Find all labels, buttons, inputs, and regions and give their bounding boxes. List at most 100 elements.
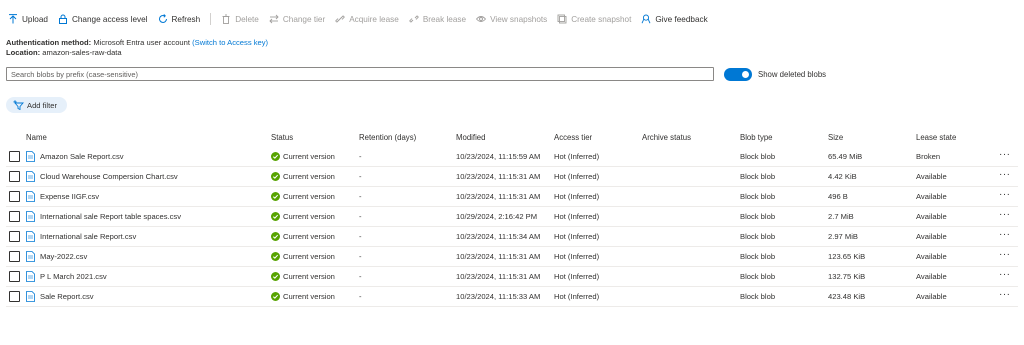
size-cell: 2.7 MiB <box>828 212 854 221</box>
acquire-lease-label: Acquire lease <box>349 14 399 24</box>
more-actions-icon[interactable]: ··· <box>999 189 1011 200</box>
blob-name-link[interactable]: Cloud Warehouse Compersion Chart.csv <box>40 172 178 181</box>
modified-cell: 10/23/2024, 11:15:31 AM <box>456 252 541 261</box>
size-cell: 4.42 KiB <box>828 172 857 181</box>
column-header-size[interactable]: Size <box>828 133 843 142</box>
more-actions-icon[interactable]: ··· <box>999 249 1011 260</box>
search-blobs-input[interactable] <box>6 67 714 81</box>
column-header-lease-state[interactable]: Lease state <box>916 133 956 142</box>
show-deleted-blobs-toggle[interactable] <box>724 68 752 81</box>
more-actions-icon[interactable]: ··· <box>999 289 1011 300</box>
status-cell: Current version <box>283 252 335 261</box>
table-row[interactable]: May-2022.csv Current version - 10/23/202… <box>6 247 1018 267</box>
lease-state-cell: Available <box>916 292 947 301</box>
column-header-access-tier[interactable]: Access tier <box>554 133 592 142</box>
column-header-blob-type[interactable]: Blob type <box>740 133 773 142</box>
row-checkbox[interactable] <box>9 151 20 162</box>
lease-state-cell: Available <box>916 212 947 221</box>
column-header-retention[interactable]: Retention (days) <box>359 133 416 142</box>
view-snapshots-label: View snapshots <box>490 14 548 24</box>
modified-cell: 10/23/2024, 11:15:31 AM <box>456 272 541 281</box>
table-row[interactable]: Sale Report.csv Current version - 10/23/… <box>6 287 1018 307</box>
add-filter-button[interactable]: Add filter <box>6 97 67 113</box>
blob-type-cell: Block blob <box>740 232 776 241</box>
row-checkbox[interactable] <box>9 291 20 302</box>
retention-cell: - <box>359 232 362 241</box>
size-cell: 423.48 KiB <box>828 292 866 301</box>
row-checkbox[interactable] <box>9 191 20 202</box>
column-header-modified[interactable]: Modified <box>456 133 485 142</box>
location: Location: amazon-sales-raw-data <box>6 48 122 57</box>
row-checkbox[interactable] <box>9 271 20 282</box>
refresh-button[interactable]: Refresh <box>158 14 201 24</box>
change-access-level-button[interactable]: Change access level <box>58 14 148 24</box>
more-actions-icon[interactable]: ··· <box>999 169 1011 180</box>
swap-arrows-icon <box>269 14 279 24</box>
blob-name-link[interactable]: Sale Report.csv <box>40 292 94 301</box>
create-snapshot-label: Create snapshot <box>571 14 632 24</box>
toolbar-separator <box>210 13 212 25</box>
blob-name-link[interactable]: International sale Report table spaces.c… <box>40 212 181 221</box>
acquire-lease-button[interactable]: Acquire lease <box>335 14 399 24</box>
filter-add-icon <box>13 100 24 110</box>
table-row[interactable]: P L March 2021.csv Current version - 10/… <box>6 267 1018 287</box>
refresh-label: Refresh <box>171 14 201 24</box>
blob-name-link[interactable]: Expense IIGF.csv <box>40 192 99 201</box>
row-checkbox[interactable] <box>9 211 20 222</box>
status-cell: Current version <box>283 232 335 241</box>
lease-state-cell: Available <box>916 252 947 261</box>
delete-button[interactable]: Delete <box>221 14 259 24</box>
column-header-status[interactable]: Status <box>271 133 293 142</box>
file-icon <box>26 271 35 282</box>
more-actions-icon[interactable]: ··· <box>999 229 1011 240</box>
refresh-icon <box>158 14 167 23</box>
snapshot-icon <box>557 14 567 24</box>
table-row[interactable]: Cloud Warehouse Compersion Chart.csv Cur… <box>6 167 1018 187</box>
blob-name-link[interactable]: May-2022.csv <box>40 252 87 261</box>
table-row[interactable]: Expense IIGF.csv Current version - 10/23… <box>6 187 1018 207</box>
blob-name-link[interactable]: P L March 2021.csv <box>40 272 107 281</box>
give-feedback-button[interactable]: Give feedback <box>641 14 708 24</box>
table-row[interactable]: International sale Report table spaces.c… <box>6 207 1018 227</box>
check-circle-icon <box>271 252 280 261</box>
access-tier-cell: Hot (Inferred) <box>554 172 600 181</box>
table-row[interactable]: International sale Report.csv Current ve… <box>6 227 1018 247</box>
retention-cell: - <box>359 212 362 221</box>
break-lease-button[interactable]: Break lease <box>409 14 466 24</box>
blob-table: Name Status Retention (days) Modified Ac… <box>6 129 1018 307</box>
link-icon <box>335 15 345 23</box>
status-cell: Current version <box>283 292 335 301</box>
blob-type-cell: Block blob <box>740 172 776 181</box>
switch-to-access-key-link[interactable]: (Switch to Access key) <box>192 38 268 47</box>
row-checkbox[interactable] <box>9 171 20 182</box>
show-deleted-blobs-label: Show deleted blobs <box>758 70 827 79</box>
column-header-name[interactable]: Name <box>26 133 47 142</box>
more-actions-icon[interactable]: ··· <box>999 269 1011 280</box>
size-cell: 132.75 KiB <box>828 272 866 281</box>
upload-label: Upload <box>22 14 48 24</box>
upload-button[interactable]: Upload <box>8 14 48 24</box>
eye-icon <box>476 16 487 22</box>
row-checkbox[interactable] <box>9 251 20 262</box>
row-checkbox[interactable] <box>9 231 20 242</box>
blob-type-cell: Block blob <box>740 192 776 201</box>
check-circle-icon <box>271 232 280 241</box>
change-tier-button[interactable]: Change tier <box>269 14 325 24</box>
access-tier-cell: Hot (Inferred) <box>554 192 600 201</box>
more-actions-icon[interactable]: ··· <box>999 149 1011 160</box>
modified-cell: 10/23/2024, 11:15:59 AM <box>456 152 541 161</box>
view-snapshots-button[interactable]: View snapshots <box>476 14 547 24</box>
column-header-archive-status[interactable]: Archive status <box>642 133 691 142</box>
more-actions-icon[interactable]: ··· <box>999 209 1011 220</box>
blob-type-cell: Block blob <box>740 252 776 261</box>
table-header: Name Status Retention (days) Modified Ac… <box>6 129 1018 147</box>
access-tier-cell: Hot (Inferred) <box>554 272 600 281</box>
status-cell: Current version <box>283 212 335 221</box>
blob-name-link[interactable]: Amazon Sale Report.csv <box>40 152 124 161</box>
add-filter-label: Add filter <box>27 100 57 110</box>
table-row[interactable]: Amazon Sale Report.csv Current version -… <box>6 147 1018 167</box>
access-tier-cell: Hot (Inferred) <box>554 212 600 221</box>
modified-cell: 10/23/2024, 11:15:31 AM <box>456 192 541 201</box>
create-snapshot-button[interactable]: Create snapshot <box>557 14 631 24</box>
blob-name-link[interactable]: International sale Report.csv <box>40 232 136 241</box>
